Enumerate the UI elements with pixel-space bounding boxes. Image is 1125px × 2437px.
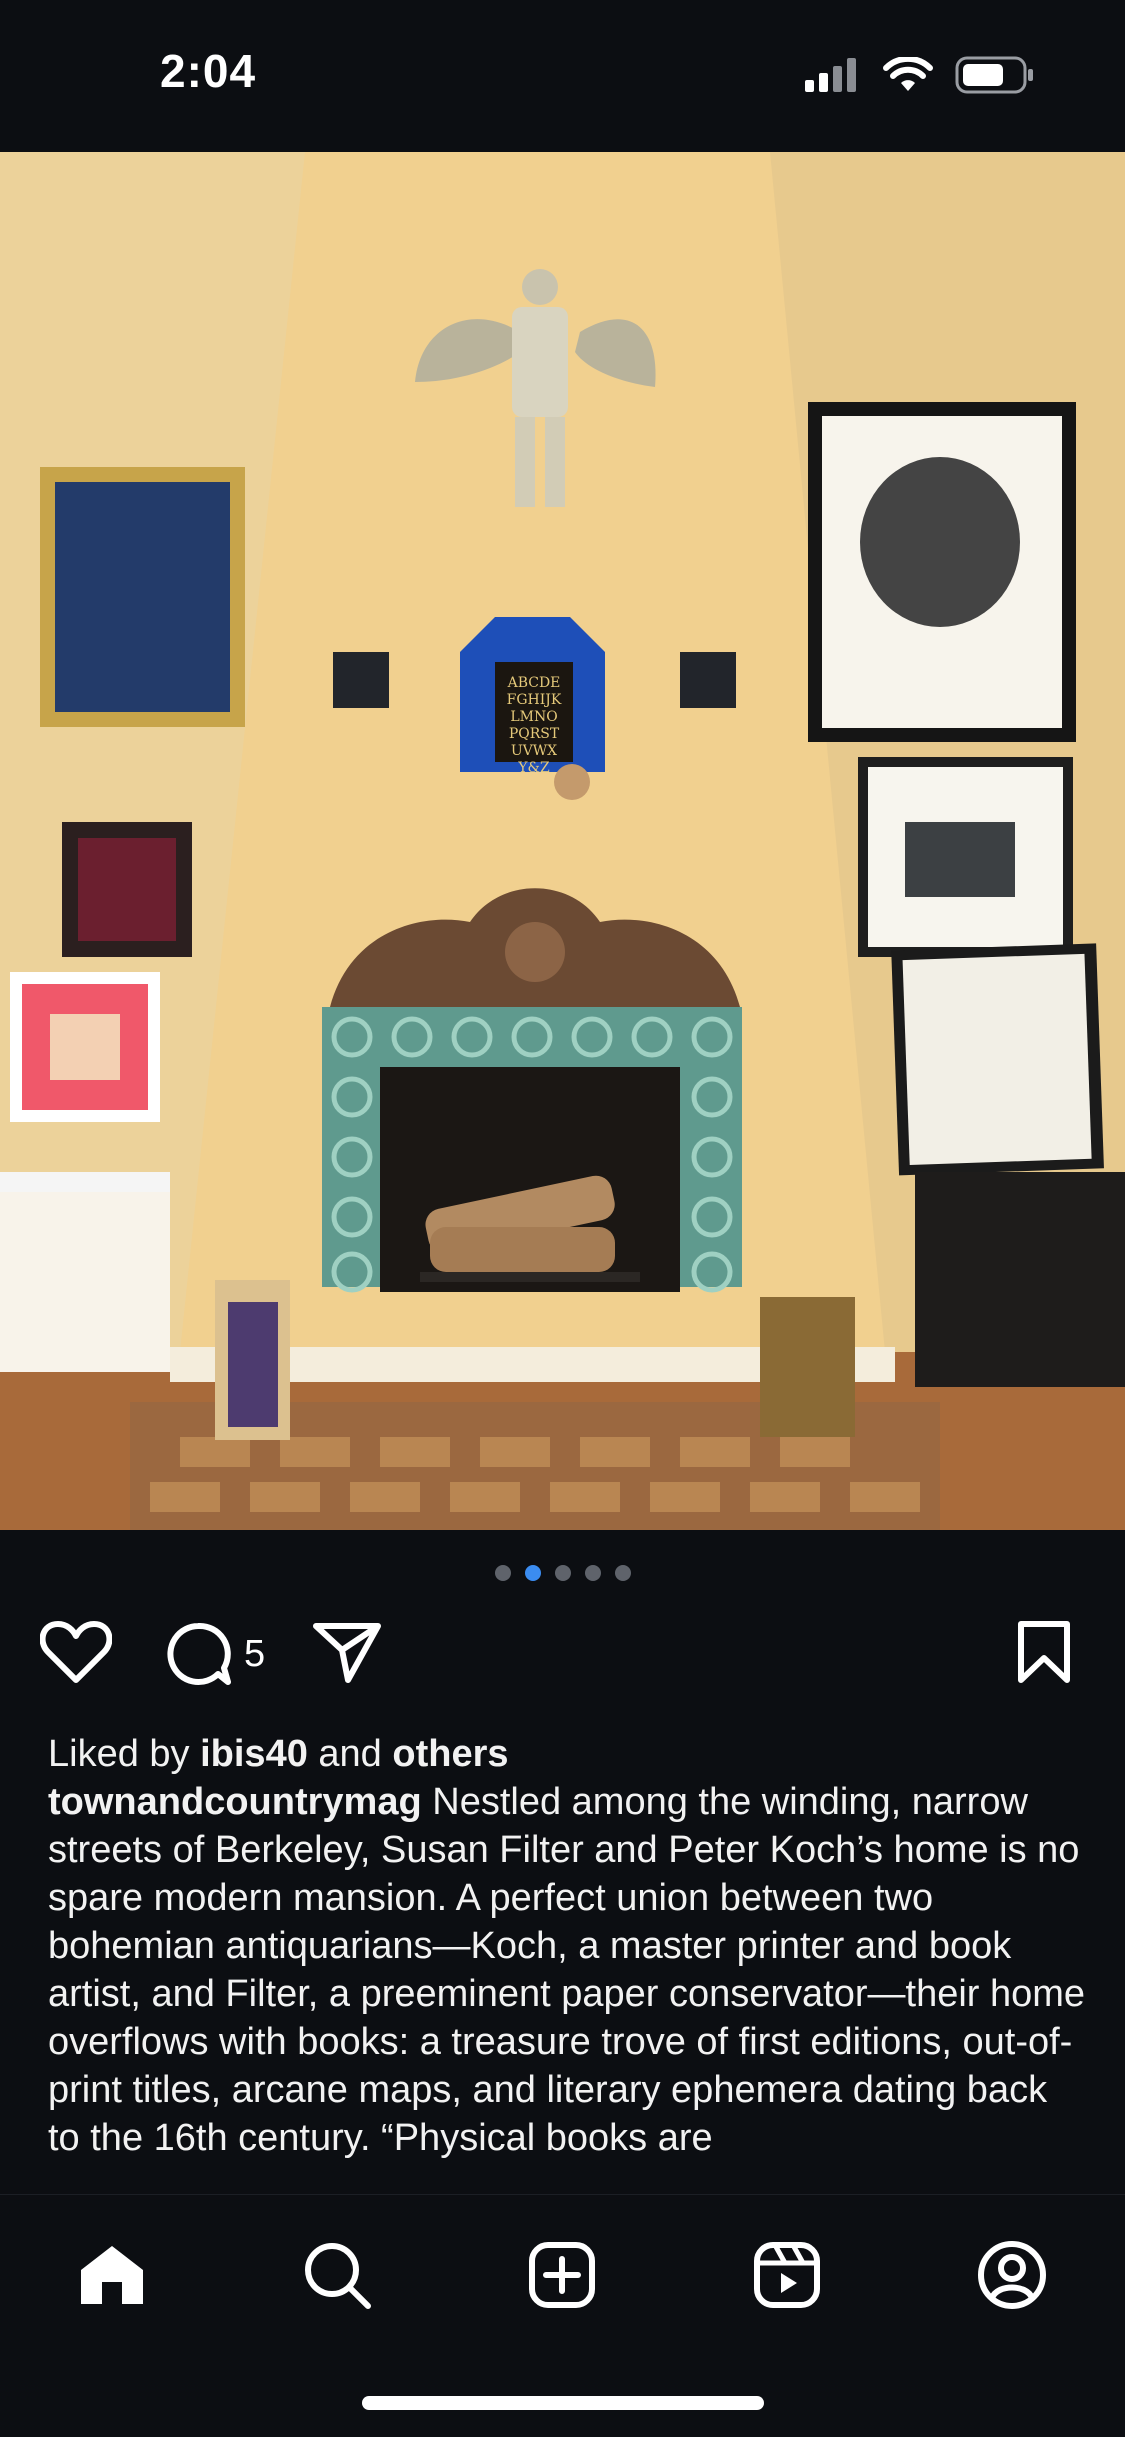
carousel-indicator <box>0 1565 1125 1581</box>
reels-icon <box>754 2242 820 2308</box>
plus-square-icon <box>529 2242 595 2308</box>
niche-text-line: Y&Z <box>517 760 550 776</box>
carousel-dot <box>554 1565 571 1581</box>
status-bar: 2:04 <box>0 0 1125 152</box>
status-time: 2:04 <box>160 45 257 97</box>
profile-icon <box>978 2241 1046 2309</box>
status-icons <box>805 56 1035 94</box>
caption-body: townandcountrymag Nestled among the wind… <box>48 1778 1088 2162</box>
carousel-dot <box>494 1565 511 1581</box>
niche-text-line: PQRST <box>509 726 560 742</box>
likes-connector: and <box>318 1733 382 1775</box>
comment-button[interactable]: 5 <box>164 1620 265 1688</box>
post-actions: 5 <box>40 1620 1085 1690</box>
paper-plane-icon <box>313 1623 381 1683</box>
fireplace-illustration: ABCDE FGHIJK LMNO PQRST UVWX Y&Z <box>0 152 1125 1530</box>
search-icon <box>305 2243 371 2309</box>
carousel-dot-active <box>524 1565 541 1581</box>
post-caption: Liked by ibis40 and others townandcountr… <box>48 1730 1088 2194</box>
niche-text-line: UVWX <box>511 743 557 759</box>
carousel-dot <box>584 1565 601 1581</box>
tab-profile[interactable] <box>972 2235 1052 2315</box>
niche-text-line: FGHIJK <box>507 692 562 708</box>
caption-text: Nestled among the winding, narrow street… <box>48 1781 1086 2159</box>
caption-author[interactable]: townandcountrymag <box>48 1781 422 1823</box>
bookmark-icon <box>1018 1621 1070 1683</box>
tab-reels[interactable] <box>747 2235 827 2315</box>
home-icon <box>81 2246 143 2304</box>
tab-create[interactable] <box>522 2235 602 2315</box>
comment-bubble-icon <box>167 1622 231 1685</box>
tab-home[interactable] <box>72 2235 152 2315</box>
likes-line: Liked by ibis40 and others <box>48 1730 1088 1778</box>
cellular-signal-icon <box>805 58 856 92</box>
like-button[interactable] <box>40 1620 112 1684</box>
niche-text-line: ABCDE <box>507 675 561 691</box>
niche-text-line: LMNO <box>510 709 557 725</box>
save-button[interactable] <box>1015 1620 1073 1684</box>
comment-count: 5 <box>244 1632 266 1675</box>
likes-prefix: Liked by <box>48 1733 190 1775</box>
heart-icon <box>40 1621 112 1683</box>
home-indicator <box>362 2396 764 2410</box>
wifi-icon <box>883 57 933 91</box>
tab-search[interactable] <box>297 2235 377 2315</box>
battery-icon <box>955 56 1033 94</box>
carousel-dot <box>614 1565 631 1581</box>
liked-by-user[interactable]: ibis40 <box>200 1733 308 1775</box>
share-button[interactable] <box>312 1620 382 1684</box>
post-photo[interactable]: ABCDE FGHIJK LMNO PQRST UVWX Y&Z <box>0 152 1125 1530</box>
liked-by-others[interactable]: others <box>392 1733 508 1775</box>
